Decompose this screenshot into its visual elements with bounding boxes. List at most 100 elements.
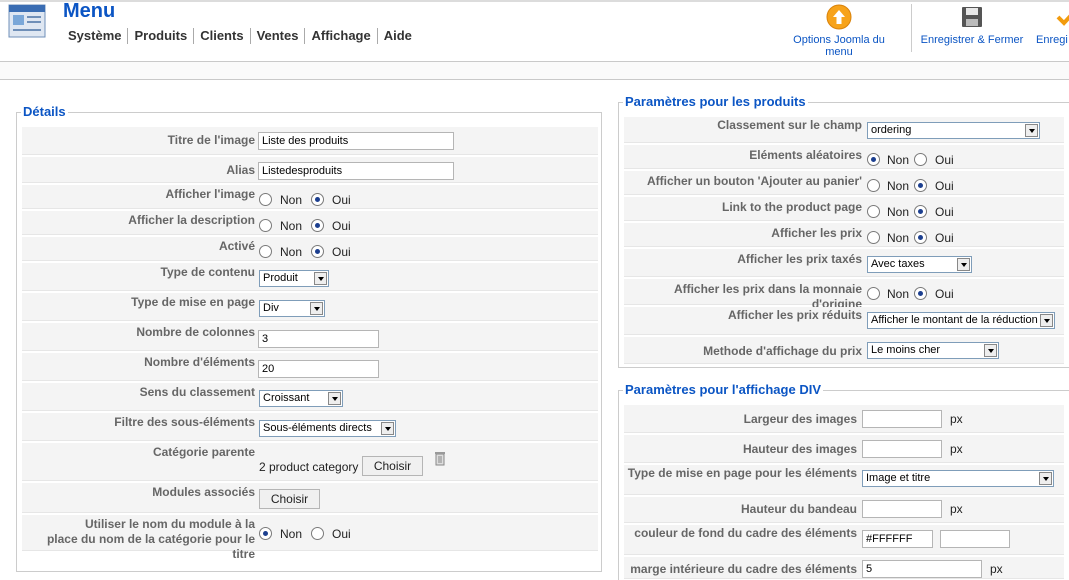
- couleur-input[interactable]: #FFFFFF: [862, 530, 933, 548]
- largeur-input[interactable]: [862, 410, 942, 428]
- marge-label: marge intérieure du cadre des éléments: [630, 562, 857, 576]
- sens-value: Croissant: [263, 392, 310, 404]
- menu-item-clients[interactable]: Clients: [193, 28, 249, 44]
- type-contenu-select[interactable]: Produit: [259, 270, 329, 287]
- afficher-desc-non-radio[interactable]: [259, 219, 272, 232]
- chevron-down-icon: [310, 302, 323, 315]
- afficher-image-oui-radio[interactable]: [311, 193, 324, 206]
- menu-item-ventes[interactable]: Ventes: [249, 28, 305, 44]
- aleatoires-non-radio[interactable]: [867, 153, 880, 166]
- active-oui-text: Oui: [332, 245, 351, 259]
- prix-taxes-label: Afficher les prix taxés: [737, 252, 862, 266]
- filtre-label: Filtre des sous-éléments: [114, 415, 255, 429]
- active-label: Activé: [218, 239, 255, 253]
- utiliser-oui-radio[interactable]: [311, 527, 324, 540]
- methode-value: Le moins cher: [871, 344, 941, 356]
- save-close-button[interactable]: Enregistrer & Fermer: [918, 4, 1026, 46]
- type-mise-select[interactable]: Div: [259, 300, 325, 317]
- type-mise-value: Div: [263, 302, 279, 314]
- modules-label: Modules associés: [152, 485, 255, 499]
- prix-taxes-select[interactable]: Avec taxes: [867, 256, 972, 273]
- options-joomla-label: Options Joomla du menu: [793, 34, 885, 58]
- type-contenu-label: Type de contenu: [160, 265, 255, 279]
- menu-item-produits[interactable]: Produits: [127, 28, 193, 44]
- main-menubar: Système Produits Clients Ventes Affichag…: [62, 28, 418, 44]
- monnaie-oui-text: Oui: [935, 287, 954, 301]
- menu-item-affichage[interactable]: Affichage: [304, 28, 376, 44]
- couleur-preview-input[interactable]: [940, 530, 1010, 548]
- prix-non-radio[interactable]: [867, 231, 880, 244]
- nb-colonnes-input[interactable]: 3: [258, 330, 379, 348]
- chevron-down-icon: [1025, 124, 1038, 137]
- afficher-desc-non-text: Non: [280, 219, 303, 233]
- chevron-down-icon: [957, 258, 970, 271]
- trash-icon[interactable]: [434, 450, 446, 469]
- save-button[interactable]: Enregi: [1036, 4, 1069, 46]
- menu-item-aide[interactable]: Aide: [376, 28, 418, 44]
- nb-colonnes-label: Nombre de colonnes: [136, 325, 255, 339]
- checkmark-icon: [1056, 14, 1069, 26]
- prix-label: Afficher les prix: [771, 226, 862, 240]
- ajouter-oui-text: Oui: [935, 179, 954, 193]
- type-contenu-value: Produit: [263, 272, 298, 284]
- active-oui-radio[interactable]: [311, 245, 324, 258]
- sens-select[interactable]: Croissant: [259, 390, 343, 407]
- modules-choisir-button[interactable]: Choisir: [259, 489, 320, 509]
- type-mise-label: Type de mise en page: [131, 295, 255, 309]
- chevron-down-icon: [314, 272, 327, 285]
- utiliser-label-line1: Utiliser le nom du module à la: [84, 517, 255, 531]
- chevron-down-icon: [328, 392, 341, 405]
- prix-oui-text: Oui: [935, 231, 954, 245]
- menu-item-systeme[interactable]: Système: [62, 28, 127, 44]
- ajouter-non-radio[interactable]: [867, 179, 880, 192]
- utiliser-label: Utiliser le nom du module à la place du …: [22, 517, 255, 562]
- ajouter-oui-radio[interactable]: [914, 179, 927, 192]
- alias-input[interactable]: Listedesproduits: [258, 162, 454, 180]
- type-elements-select[interactable]: Image et titre: [862, 470, 1054, 487]
- methode-select[interactable]: Le moins cher: [867, 342, 999, 359]
- link-non-radio[interactable]: [867, 205, 880, 218]
- largeur-label: Largeur des images: [743, 412, 857, 426]
- menu-manager-icon: [6, 2, 48, 40]
- chevron-down-icon: [1040, 314, 1053, 327]
- active-non-radio[interactable]: [259, 245, 272, 258]
- monnaie-oui-radio[interactable]: [914, 287, 927, 300]
- bandeau-label: Hauteur du bandeau: [740, 502, 857, 516]
- monnaie-non-radio[interactable]: [867, 287, 880, 300]
- link-oui-radio[interactable]: [914, 205, 927, 218]
- chevron-down-icon: [984, 344, 997, 357]
- filtre-select[interactable]: Sous-éléments directs: [259, 420, 396, 437]
- prix-oui-radio[interactable]: [914, 231, 927, 244]
- hauteur-label: Hauteur des images: [742, 442, 857, 456]
- categorie-choisir-button[interactable]: Choisir: [362, 456, 423, 476]
- prix-non-text: Non: [887, 231, 910, 245]
- aleatoires-oui-radio[interactable]: [914, 153, 927, 166]
- hauteur-unit: px: [950, 442, 963, 456]
- marge-input[interactable]: 5: [862, 560, 982, 578]
- chevron-down-icon: [381, 422, 394, 435]
- chevron-down-icon: [1039, 472, 1052, 485]
- hauteur-input[interactable]: [862, 440, 942, 458]
- link-non-text: Non: [887, 205, 910, 219]
- utiliser-label-line2: place du nom de la catégorie pour le tit…: [46, 532, 255, 561]
- bandeau-input[interactable]: [862, 500, 942, 518]
- categorie-value: 2 product category: [259, 460, 359, 474]
- options-joomla-button[interactable]: Options Joomla du menu: [778, 4, 900, 58]
- afficher-desc-label: Afficher la description: [128, 213, 255, 227]
- prix-taxes-value: Avec taxes: [871, 258, 925, 270]
- nb-elements-input[interactable]: 20: [258, 360, 379, 378]
- reduits-select[interactable]: Afficher le montant de la réduction: [867, 312, 1055, 329]
- afficher-desc-oui-text: Oui: [332, 219, 351, 233]
- page-title: Menu: [63, 0, 116, 22]
- afficher-image-non-radio[interactable]: [259, 193, 272, 206]
- upload-arrow-icon: [826, 4, 852, 30]
- methode-label: Methode d'affichage du prix: [703, 344, 862, 358]
- save-disk-icon: [962, 7, 982, 27]
- reduits-label: Afficher les prix réduits: [727, 308, 862, 322]
- afficher-desc-oui-radio[interactable]: [311, 219, 324, 232]
- div-legend: Paramètres pour l'affichage DIV: [623, 382, 823, 397]
- classement-select[interactable]: ordering: [867, 122, 1040, 139]
- utiliser-non-radio[interactable]: [259, 527, 272, 540]
- titre-input[interactable]: Liste des produits: [258, 132, 454, 150]
- bandeau-unit: px: [950, 502, 963, 516]
